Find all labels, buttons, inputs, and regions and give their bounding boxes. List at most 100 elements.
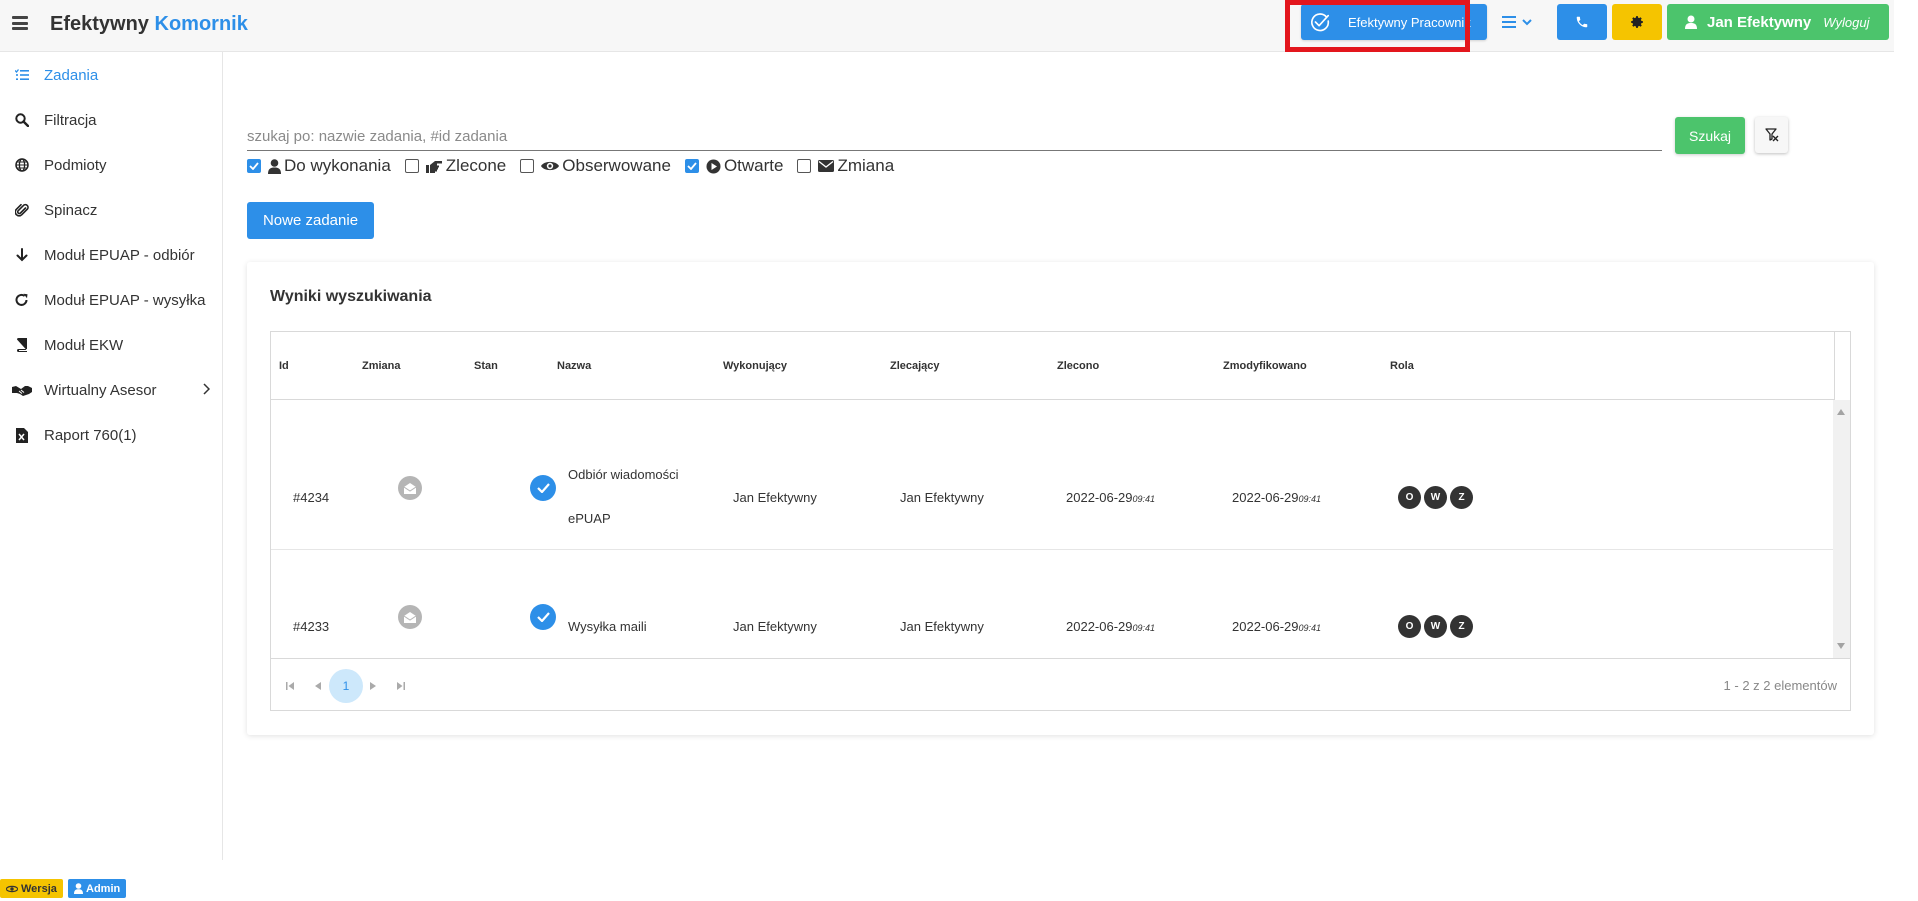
filter-label: Obserwowane <box>562 156 671 175</box>
sidebar-item-zadania[interactable]: Zadania <box>0 60 222 90</box>
sidebar-item-wirtualny-asesor[interactable]: Wirtualny Asesor <box>0 375 222 405</box>
column-header-zlecono[interactable]: Zlecono <box>1057 360 1099 372</box>
search-button[interactable]: Szukaj <box>1675 117 1745 154</box>
check-circle-icon <box>530 475 556 501</box>
sidebar-item-label: Moduł EPUAP - odbiór <box>44 246 195 264</box>
modified-date: 2022-06-29 <box>1232 619 1299 634</box>
new-task-button[interactable]: Nowe zadanie <box>247 202 374 239</box>
brand-accent: Komornik <box>154 13 248 35</box>
filter-obserwowane[interactable]: Obserwowane <box>520 156 671 176</box>
eye-icon <box>6 885 18 893</box>
modified-time: 09:41 <box>1298 494 1322 504</box>
user-button[interactable]: Jan Efektywny Wyloguj <box>1667 4 1889 40</box>
menu-dropdown[interactable] <box>1502 12 1542 32</box>
assigned-date: 2022-06-29 <box>1066 490 1133 505</box>
filter-options: Do wykonania Zlecone Obserwowane Otwarte… <box>247 156 908 176</box>
column-header-zmodyfikowano[interactable]: Zmodyfikowano <box>1223 360 1307 372</box>
chevron-right-icon <box>203 383 210 395</box>
redo-icon <box>0 293 44 307</box>
column-header-wykonujacy[interactable]: Wykonujący <box>723 360 787 372</box>
search-icon <box>0 113 44 127</box>
cell-id: #4234 <box>293 490 330 505</box>
checkbox-unchecked[interactable] <box>797 159 812 173</box>
role-badge: Z <box>1450 615 1473 638</box>
clear-filters-button[interactable] <box>1755 117 1788 153</box>
filter-do-wykonania[interactable]: Do wykonania <box>247 156 391 176</box>
cell-status <box>530 604 556 630</box>
filter-otwarte[interactable]: Otwarte <box>684 156 784 176</box>
sidebar-item-spinacz[interactable]: Spinacz <box>0 195 222 225</box>
filter-zlecone[interactable]: Zlecone <box>404 156 506 176</box>
check-circle-icon <box>530 604 556 630</box>
column-header-zlecajacy[interactable]: Zlecający <box>890 360 940 372</box>
column-header-nazwa[interactable]: Nazwa <box>557 360 591 372</box>
envelope-icon <box>818 160 835 172</box>
cell-assigner: Jan Efektywny <box>900 490 984 505</box>
table-row[interactable]: #4233 Wysyłka maili Jan Efektywny Jan Ef… <box>271 550 1833 658</box>
column-header-rola[interactable]: Rola <box>1390 360 1414 372</box>
scroll-up-arrow-icon[interactable] <box>1837 409 1845 415</box>
user-icon <box>1685 15 1697 29</box>
assigned-date: 2022-06-29 <box>1066 619 1133 634</box>
table-row[interactable]: #4234 Odbiór wiadomości ePUAP Jan Efekty… <box>271 400 1833 550</box>
list-icon <box>1502 16 1516 28</box>
cell-name-line1[interactable]: Odbiór wiadomości <box>568 467 679 482</box>
cell-change <box>398 476 422 500</box>
user-icon <box>268 158 281 174</box>
search-input[interactable] <box>247 122 1662 150</box>
scroll-down-arrow-icon[interactable] <box>1837 643 1845 649</box>
handshake-icon <box>0 383 44 397</box>
last-page-icon[interactable] <box>384 669 418 703</box>
sidebar-item-epuap-odbior[interactable]: Moduł EPUAP - odbiór <box>0 240 222 270</box>
user-icon <box>74 883 83 894</box>
role-badge: W <box>1424 486 1447 509</box>
hamburger-menu-icon[interactable] <box>12 16 28 30</box>
filter-label: Do wykonania <box>284 156 391 175</box>
checkbox-unchecked[interactable] <box>520 159 535 173</box>
list-check-icon <box>0 69 44 81</box>
logout-link[interactable]: Wyloguj <box>1823 15 1869 30</box>
sidebar-item-filtracja[interactable]: Filtracja <box>0 105 222 135</box>
phone-button[interactable] <box>1557 4 1607 40</box>
checkbox-checked[interactable] <box>247 159 261 173</box>
search-field <box>247 122 1662 151</box>
column-header-zmiana[interactable]: Zmiana <box>362 360 401 372</box>
sidebar-item-ekw[interactable]: Moduł EKW <box>0 330 222 360</box>
settings-button[interactable] <box>1612 4 1662 40</box>
checkbox-unchecked[interactable] <box>404 159 419 173</box>
sidebar-item-label: Spinacz <box>44 201 98 219</box>
sidebar-item-epuap-wysylka[interactable]: Moduł EPUAP - wysyłka <box>0 285 222 315</box>
cell-name-line2[interactable]: ePUAP <box>568 511 611 526</box>
filter-label: Otwarte <box>723 156 784 175</box>
column-header-id[interactable]: Id <box>279 360 289 372</box>
sidebar-item-podmioty[interactable]: Podmioty <box>0 150 222 180</box>
eye-icon <box>541 160 560 172</box>
user-name: Jan Efektywny <box>1707 13 1812 31</box>
cell-change <box>398 605 422 629</box>
sidebar-item-label: Moduł EPUAP - wysyłka <box>44 291 206 309</box>
filter-zmiana[interactable]: Zmiana <box>797 156 894 176</box>
top-bar: Efektywny Komornik Efektywny Pracownik J… <box>0 0 1894 52</box>
page-scrollbar[interactable] <box>1894 0 1918 901</box>
sidebar-item-label: Wirtualny Asesor <box>44 381 157 399</box>
version-badge[interactable]: Wersja <box>0 879 63 898</box>
sidebar-item-label: Filtracja <box>44 111 97 129</box>
pager: 1 1 - 2 z 2 elementów <box>271 658 1850 710</box>
play-circle-icon <box>706 159 721 174</box>
cell-name-line1[interactable]: Wysyłka maili <box>568 619 647 634</box>
paperclip-icon <box>0 203 44 217</box>
role-badge-admin[interactable]: Admin <box>68 879 127 898</box>
grid-scrollbar[interactable] <box>1833 400 1850 658</box>
brand-main: Efektywny <box>50 13 149 35</box>
results-title: Wyniki wyszukiwania <box>270 288 432 305</box>
sidebar-item-raport[interactable]: Raport 760(1) <box>0 420 222 450</box>
column-header-stan[interactable]: Stan <box>474 360 498 372</box>
pager-info: 1 - 2 z 2 elementów <box>1723 678 1837 693</box>
header-scroll-spacer <box>1834 332 1851 400</box>
cell-modified: 2022-06-2909:41 <box>1232 490 1321 505</box>
book-icon <box>0 338 44 352</box>
excel-file-icon <box>0 427 44 443</box>
checkbox-checked[interactable] <box>684 159 699 173</box>
app-brand: Efektywny Komornik <box>50 13 248 36</box>
role-badge: O <box>1398 615 1421 638</box>
